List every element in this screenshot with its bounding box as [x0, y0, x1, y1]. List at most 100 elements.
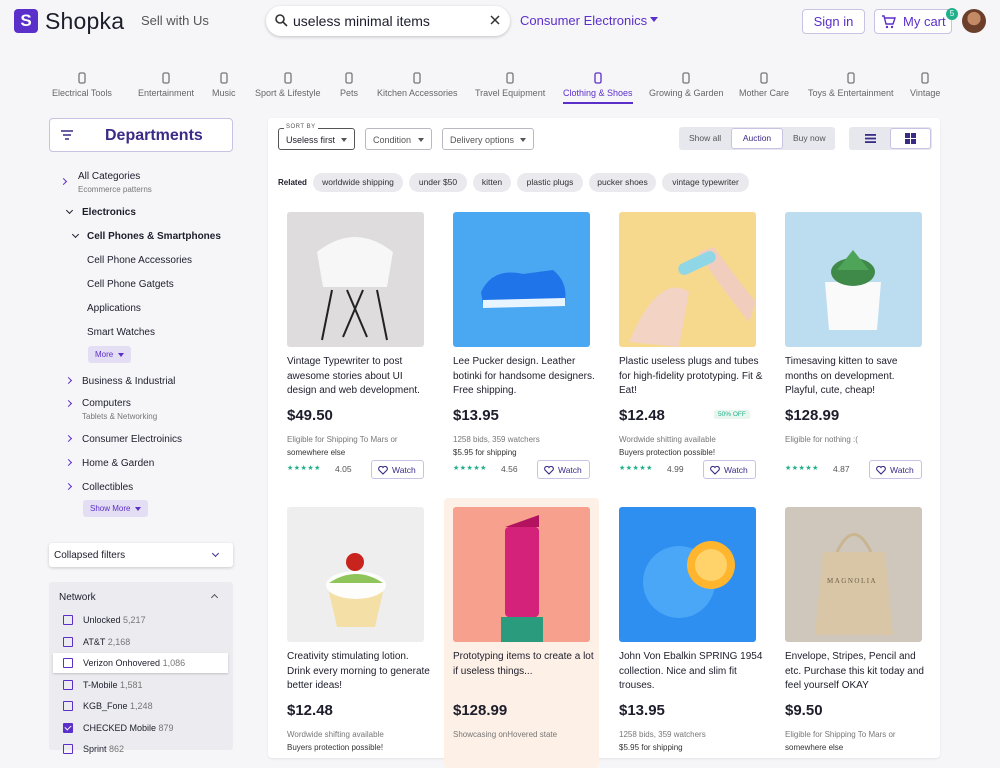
- cart-button[interactable]: My cart: [874, 9, 952, 34]
- category-tab[interactable]: Kitchen Accessories: [377, 72, 458, 104]
- cart-icon: [882, 15, 896, 29]
- tree-cell-phones[interactable]: Cell Phones & Smartphones: [87, 231, 221, 242]
- related-chip[interactable]: under $50: [409, 173, 467, 192]
- product-image[interactable]: [287, 212, 424, 347]
- collapsed-filters-dropdown[interactable]: Collapsed filters: [49, 543, 233, 567]
- network-filter-row[interactable]: AT&T 2,168: [53, 632, 228, 652]
- buy-now-option[interactable]: Buy now: [793, 133, 826, 143]
- product-title[interactable]: Creativity stimulating lotion. Drink eve…: [287, 650, 432, 694]
- tree-electronics[interactable]: Electronics: [82, 207, 136, 218]
- product-image[interactable]: [619, 212, 756, 347]
- network-filter-row[interactable]: Unlocked 5,217: [53, 610, 228, 630]
- auction-option[interactable]: Auction: [731, 128, 783, 149]
- category-tab[interactable]: Growing & Garden: [649, 72, 724, 104]
- product-title[interactable]: Envelope, Stripes, Pencil and etc. Purch…: [785, 650, 930, 694]
- chevron-up-icon[interactable]: [210, 593, 219, 602]
- category-tab[interactable]: Music: [212, 72, 236, 104]
- list-view-icon[interactable]: [865, 134, 876, 143]
- delivery-select[interactable]: Delivery options: [442, 128, 534, 150]
- related-chip[interactable]: kitten: [473, 173, 511, 192]
- category-tab[interactable]: Electrical Tools: [52, 72, 112, 104]
- watch-button[interactable]: Watch: [703, 460, 756, 479]
- logo-text[interactable]: Shopka: [45, 8, 124, 35]
- product-image[interactable]: [785, 212, 922, 347]
- sell-with-us-link[interactable]: Sell with Us: [141, 13, 209, 28]
- checkbox[interactable]: [63, 701, 73, 711]
- watch-button[interactable]: Watch: [371, 460, 424, 479]
- product-title[interactable]: Lee Pucker design. Leather botinki for h…: [453, 355, 598, 399]
- checkbox[interactable]: [63, 744, 73, 754]
- product-image-frame[interactable]: [287, 507, 424, 642]
- tree-all-categories[interactable]: All Categories Ecommerce patterns: [78, 171, 152, 194]
- category-tab[interactable]: Mother Care: [739, 72, 789, 104]
- network-filter-row[interactable]: CHECKED Mobile 879: [53, 718, 228, 738]
- departments-button[interactable]: Departments: [49, 118, 233, 152]
- related-chip[interactable]: worldwide shipping: [313, 173, 403, 192]
- product-image-frame[interactable]: [453, 507, 590, 642]
- sign-in-button[interactable]: Sign in: [802, 9, 865, 34]
- category-select[interactable]: Consumer Electronics: [520, 13, 658, 28]
- category-tab[interactable]: Toys & Entertainment: [808, 72, 894, 104]
- product-image[interactable]: [453, 507, 590, 642]
- product-image-frame[interactable]: MAGNOLIA: [785, 507, 922, 642]
- network-filter-row[interactable]: Verizon Onhovered 1,086: [53, 653, 228, 673]
- category-tab[interactable]: Sport & Lifestyle: [255, 72, 321, 104]
- tree-cell-item[interactable]: Cell Phone Accessories: [87, 255, 192, 266]
- related-chip[interactable]: plastic plugs: [517, 173, 583, 192]
- product-image-frame[interactable]: [287, 212, 424, 347]
- tree-cell-item[interactable]: Cell Phone Gatgets: [87, 279, 174, 290]
- checkbox[interactable]: [63, 615, 73, 625]
- network-filter-row[interactable]: T-Mobile 1,581: [53, 675, 228, 695]
- tree-business[interactable]: Business & Industrial: [82, 376, 175, 387]
- product-image[interactable]: [785, 507, 922, 642]
- product-image[interactable]: [619, 507, 756, 642]
- sort-by-select[interactable]: SORT BY Useless first: [278, 124, 355, 150]
- product-title[interactable]: John Von Ebalkin SPRING 1954 collection.…: [619, 650, 764, 694]
- category-tab[interactable]: Entertainment: [138, 72, 194, 104]
- tree-cell-item[interactable]: Smart Watches: [87, 327, 155, 338]
- search-input[interactable]: useless minimal items: [293, 13, 430, 29]
- tree-computers[interactable]: Computers Tablets & Networking: [82, 398, 157, 421]
- product-image-frame[interactable]: [453, 212, 590, 347]
- product-image-frame[interactable]: [619, 507, 756, 642]
- product-title[interactable]: Plastic useless plugs and tubes for high…: [619, 355, 764, 399]
- clear-search-icon[interactable]: [489, 14, 501, 26]
- grid-view-icon: [905, 133, 916, 144]
- checkbox[interactable]: [63, 722, 73, 733]
- tree-cell-item[interactable]: Applications: [87, 303, 141, 314]
- category-tab[interactable]: Travel Equipment: [475, 72, 545, 104]
- show-more-button[interactable]: Show More: [83, 500, 149, 517]
- grid-view-button[interactable]: [890, 128, 931, 149]
- search-bar[interactable]: useless minimal items: [266, 6, 510, 36]
- category-tab-label: Toys & Entertainment: [808, 88, 894, 98]
- product-image-frame[interactable]: [785, 212, 922, 347]
- tree-consumer[interactable]: Consumer Electroinics: [82, 434, 182, 445]
- product-image[interactable]: [453, 212, 590, 347]
- network-filter-row[interactable]: KGB_Fone 1,248: [53, 696, 228, 716]
- watch-button[interactable]: Watch: [869, 460, 922, 479]
- watch-button[interactable]: Watch: [537, 460, 590, 479]
- checkbox[interactable]: [63, 658, 73, 668]
- product-image[interactable]: [287, 507, 424, 642]
- product-details: 1258 bids, 359 watchers $5.95 for shippin…: [453, 434, 593, 459]
- product-title[interactable]: Vintage Typewriter to post awesome stori…: [287, 355, 432, 399]
- checkbox[interactable]: [63, 679, 73, 690]
- checkbox[interactable]: [63, 636, 73, 647]
- logo-mark[interactable]: S: [14, 9, 38, 33]
- condition-select[interactable]: Condition: [365, 128, 432, 150]
- show-all-option[interactable]: Show all: [689, 133, 721, 143]
- more-button[interactable]: More: [88, 346, 132, 363]
- category-tab-label: Mother Care: [739, 88, 790, 98]
- tree-collectibles[interactable]: Collectibles: [82, 482, 133, 493]
- related-chip[interactable]: pucker shoes: [589, 173, 656, 192]
- product-image-frame[interactable]: [619, 212, 756, 347]
- network-filter-row[interactable]: Sprint 862: [53, 739, 228, 759]
- related-chip[interactable]: vintage typewriter: [662, 173, 749, 192]
- tree-home-garden[interactable]: Home & Garden: [82, 458, 154, 469]
- avatar[interactable]: [962, 9, 986, 33]
- category-tab[interactable]: Clothing & Shoes: [563, 72, 633, 104]
- product-title[interactable]: Prototyping items to create a lot if use…: [453, 650, 598, 679]
- category-tab[interactable]: Pets: [340, 72, 358, 104]
- product-title[interactable]: Timesaving kitten to save months on deve…: [785, 355, 930, 399]
- category-tab[interactable]: Vintage: [910, 72, 940, 104]
